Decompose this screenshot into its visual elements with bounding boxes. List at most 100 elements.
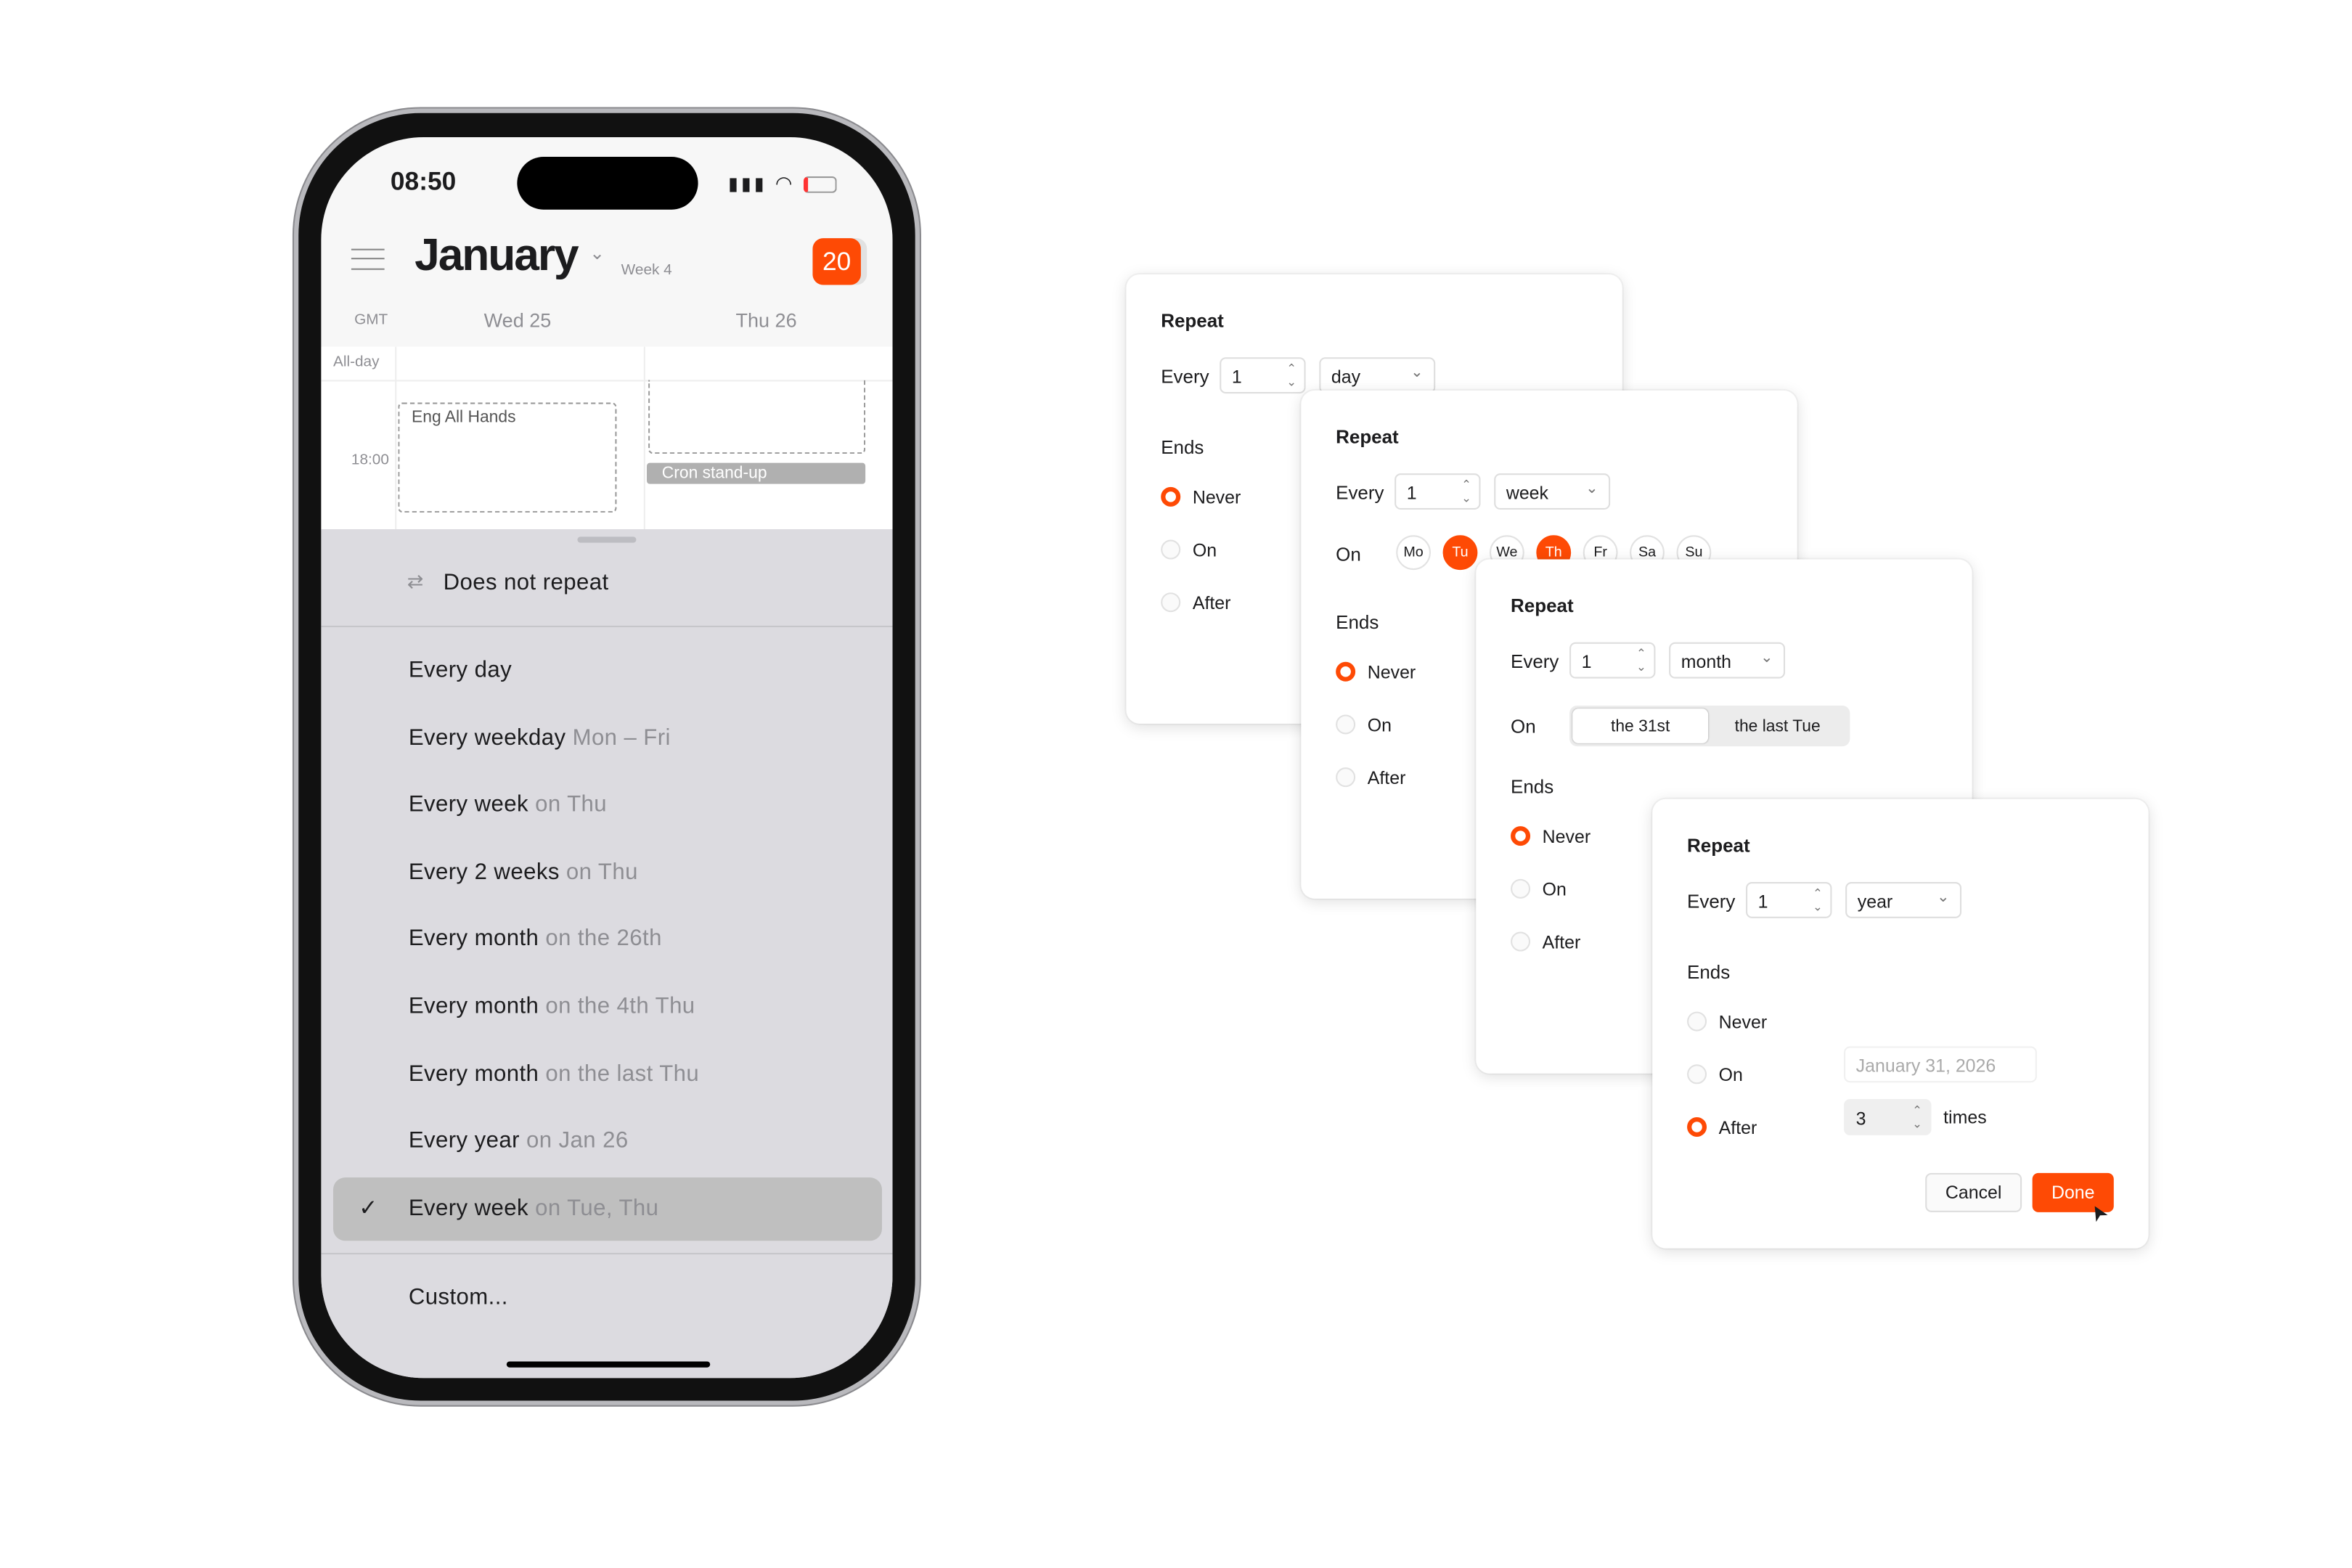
every-label: Every [1161, 366, 1209, 388]
repeat-option[interactable]: Every month on the last Thu [409, 1061, 699, 1086]
timezone-label: GMT [354, 311, 388, 329]
card-title: Repeat [1687, 835, 1750, 857]
stepper-arrows-icon[interactable]: ⌃ ⌄ [1912, 1103, 1922, 1130]
unit-select[interactable]: day ⌄ [1319, 357, 1436, 394]
option-label: Does not repeat [443, 570, 609, 596]
every-label: Every [1687, 891, 1736, 912]
ends-never-radio[interactable] [1336, 661, 1356, 682]
every-label: Every [1336, 482, 1384, 504]
interval-stepper[interactable]: 1 ⌃ ⌄ [1395, 473, 1481, 510]
ends-never-radio[interactable] [1687, 1011, 1707, 1032]
option-does-not-repeat[interactable]: Does not repeat [444, 570, 609, 595]
cancel-button[interactable]: Cancel [1925, 1172, 2022, 1212]
chevron-down-icon[interactable]: ⌄ [589, 242, 605, 264]
repeat-option[interactable]: Every month on the 26th [409, 926, 662, 952]
option-sub: on Thu [565, 859, 638, 885]
ends-option-label: After [1718, 1116, 1757, 1139]
repeat-option[interactable]: Every 2 weeks on Thu [409, 859, 638, 884]
occurrences-stepper[interactable]: 3 ⌃ ⌄ [1844, 1099, 1932, 1135]
ends-option-label: On [1542, 878, 1567, 900]
stepper-arrows-icon[interactable]: ⌃ ⌄ [1636, 647, 1646, 674]
month-title[interactable]: January [415, 231, 579, 282]
stepper-arrows-icon[interactable]: ⌃ ⌄ [1461, 478, 1471, 505]
ends-on-radio[interactable] [1161, 539, 1181, 560]
ends-option-label: Never [1367, 661, 1416, 683]
chevron-down-icon: ⌄ [1585, 481, 1598, 498]
event-placeholder[interactable] [648, 380, 866, 454]
monthly-segmented-control: the 31st the last Tue [1569, 705, 1850, 747]
ends-option-label: After [1192, 592, 1231, 614]
option-sub: Mon – Fri [572, 724, 671, 751]
day-toggle[interactable]: Mo [1396, 535, 1431, 571]
checkmark-icon: ✓ [359, 1195, 378, 1222]
card-title: Repeat [1336, 426, 1399, 448]
on-label: On [1511, 716, 1536, 738]
repeat-option[interactable]: Every day [409, 658, 512, 683]
today-button[interactable]: 20 [812, 238, 861, 285]
interval-stepper[interactable]: 1 ⌃ ⌄ [1220, 357, 1306, 394]
menu-icon[interactable] [351, 248, 385, 270]
option-main: Every day [408, 657, 513, 683]
option-custom[interactable]: Custom... [409, 1285, 508, 1310]
segment-the-31st[interactable]: the 31st [1572, 709, 1709, 743]
stepper-arrows-icon[interactable]: ⌃ ⌄ [1286, 362, 1297, 388]
option-sub: on Thu [535, 791, 608, 818]
divider [321, 1252, 893, 1254]
option-sub: on the 4th Thu [545, 993, 695, 1019]
home-indicator [506, 1361, 711, 1368]
ends-option-label: On [1718, 1064, 1743, 1086]
ends-on-radio[interactable] [1511, 878, 1531, 899]
chevron-down-icon: ⌄ [1410, 364, 1424, 382]
segment-last-tue[interactable]: the last Tue [1708, 709, 1847, 743]
repeat-option[interactable]: Every weekday Mon – Fri [409, 724, 671, 750]
day-header[interactable]: Wed 25 [484, 309, 552, 332]
ends-on-radio[interactable] [1687, 1064, 1707, 1085]
option-main: Every 2 weeks [408, 859, 560, 885]
battery-charging-icon [803, 176, 837, 194]
dynamic-island [517, 156, 698, 210]
ends-option-label: Never [1718, 1011, 1768, 1033]
phone-screen: 08:50 ▮▮▮ ◠ January ⌄ Week 4 20 GMT Wed … [321, 136, 893, 1379]
option-main: Every weekday [408, 724, 566, 751]
every-label: Every [1511, 651, 1559, 673]
end-date-input[interactable]: January 31, 2026 [1844, 1046, 2037, 1083]
ends-after-radio[interactable] [1511, 931, 1531, 952]
event-cron-standup[interactable]: Cron stand-up [646, 462, 866, 484]
ends-on-radio[interactable] [1336, 714, 1356, 735]
no-repeat-icon: ⇄ [407, 570, 424, 593]
interval-stepper[interactable]: 1 ⌃ ⌄ [1746, 881, 1832, 918]
repeat-option[interactable]: Every week on Thu [409, 792, 607, 817]
time-label: 18:00 [351, 452, 389, 469]
signal-icon: ▮▮▮ [728, 173, 767, 195]
ends-label: Ends [1511, 776, 1554, 798]
unit-select[interactable]: month ⌄ [1669, 642, 1786, 679]
ends-label: Ends [1336, 612, 1379, 634]
day-toggle[interactable]: Tu [1442, 535, 1478, 571]
ends-never-radio[interactable] [1511, 826, 1531, 846]
unit-select[interactable]: week ⌄ [1494, 473, 1611, 510]
repeat-card-year: Repeat Every 1 ⌃ ⌄ year ⌄ Ends Never On Afte… [1652, 799, 2149, 1249]
sheet-handle[interactable] [577, 536, 637, 543]
option-sub: on the last Thu [545, 1061, 700, 1087]
week-label: Week 4 [621, 262, 672, 279]
ends-label: Ends [1161, 437, 1204, 459]
unit-select[interactable]: year ⌄ [1845, 881, 1962, 918]
ends-option-label: Never [1192, 486, 1241, 508]
ends-label: Ends [1687, 962, 1731, 984]
ends-never-radio[interactable] [1161, 486, 1181, 507]
day-header[interactable]: Thu 26 [736, 309, 797, 332]
ends-after-radio[interactable] [1687, 1116, 1707, 1137]
wifi-icon: ◠ [775, 171, 796, 195]
option-main: Every year [408, 1127, 520, 1154]
repeat-option[interactable]: Every year on Jan 26 [409, 1128, 629, 1153]
ends-after-radio[interactable] [1336, 767, 1356, 788]
repeat-option[interactable]: Every month on the 4th Thu [409, 994, 695, 1019]
ends-option-label: After [1542, 931, 1581, 953]
stepper-arrows-icon[interactable]: ⌃ ⌄ [1813, 886, 1823, 913]
option-sub: on the 26th [545, 926, 662, 952]
ends-after-radio[interactable] [1161, 592, 1181, 613]
chevron-down-icon: ⌄ [1937, 889, 1950, 907]
on-label: On [1336, 544, 1361, 565]
interval-stepper[interactable]: 1 ⌃ ⌄ [1569, 642, 1656, 679]
event-eng-all-hands[interactable]: Eng All Hands [398, 402, 617, 513]
